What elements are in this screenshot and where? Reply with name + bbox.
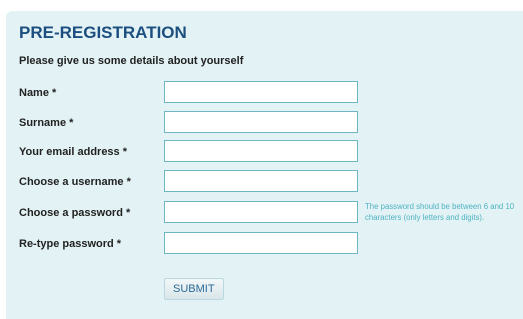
password-label: Choose a password * bbox=[19, 207, 131, 219]
form-subtitle: Please give us some details about yourse… bbox=[19, 55, 244, 67]
name-label: Name * bbox=[19, 87, 57, 99]
password-field[interactable] bbox=[164, 201, 358, 223]
submit-button[interactable]: SUBMIT bbox=[164, 278, 224, 300]
password-hint: The password should be between 6 and 10 … bbox=[365, 202, 515, 222]
username-label: Choose a username * bbox=[19, 176, 131, 188]
email-field[interactable] bbox=[164, 140, 358, 162]
registration-panel: PRE-REGISTRATION Please give us some det… bbox=[6, 11, 523, 319]
surname-label: Surname * bbox=[19, 117, 74, 129]
surname-field[interactable] bbox=[164, 111, 358, 133]
username-field[interactable] bbox=[164, 170, 358, 192]
email-label: Your email address * bbox=[19, 146, 128, 158]
name-field[interactable] bbox=[164, 81, 358, 103]
page-title: PRE-REGISTRATION bbox=[19, 23, 187, 42]
retype-password-field[interactable] bbox=[164, 232, 358, 254]
retype-password-label: Re-type password * bbox=[19, 238, 122, 250]
